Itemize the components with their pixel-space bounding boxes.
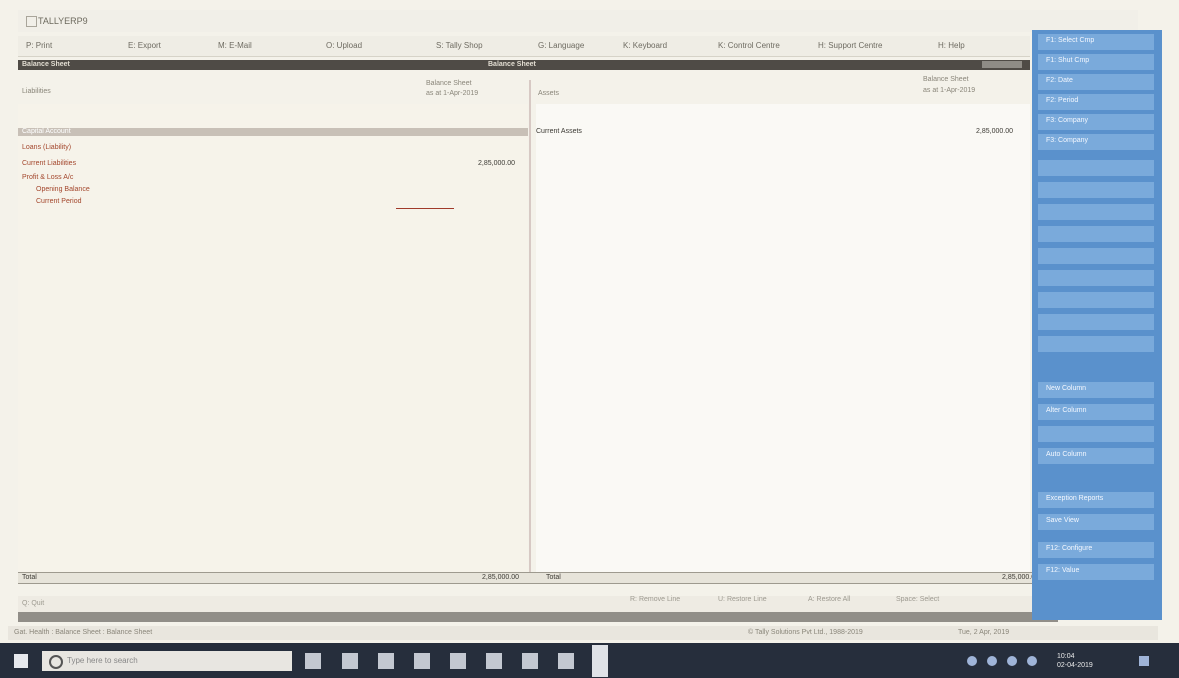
side-f4[interactable] bbox=[1038, 160, 1154, 176]
language-icon[interactable] bbox=[1027, 656, 1037, 666]
dark-footer-bar bbox=[18, 612, 1058, 622]
toolbar-export[interactable]: E: Export bbox=[128, 41, 161, 50]
side-alter-column[interactable]: Alter Column bbox=[1038, 404, 1154, 420]
quit-button[interactable]: Q: Quit bbox=[22, 600, 44, 607]
explorer-icon[interactable] bbox=[378, 653, 394, 669]
loans-liability-label[interactable]: Loans (Liability) bbox=[22, 144, 71, 151]
top-toolbar: P: Print E: Export M: E-Mail O: Upload S… bbox=[18, 36, 1030, 57]
window-titlebar: TALLYERP9 bbox=[18, 10, 1138, 32]
side-select-company[interactable]: F1: Select Cmp bbox=[1038, 34, 1154, 50]
toolbar-email[interactable]: M: E-Mail bbox=[218, 41, 252, 50]
side-value-2[interactable]: F12: Value bbox=[1038, 564, 1154, 580]
side-configure-2[interactable]: F12: Configure bbox=[1038, 542, 1154, 558]
toolbar-language[interactable]: G: Language bbox=[538, 41, 584, 50]
column-divider bbox=[529, 80, 531, 580]
subtotal-underline bbox=[396, 208, 454, 209]
left-total-label: Total bbox=[22, 574, 37, 581]
current-assets-amount: 2,85,000.00 bbox=[976, 128, 1013, 135]
side-exception-reports[interactable]: Exception Reports bbox=[1038, 492, 1154, 508]
window-controls[interactable] bbox=[982, 61, 1022, 68]
capital-account-row[interactable]: Capital Account bbox=[18, 128, 528, 136]
left-total-amount: 2,85,000.00 bbox=[482, 574, 519, 581]
totals-row: Total 2,85,000.00 Total 2,85,000.00 bbox=[18, 572, 1058, 584]
taskview-icon[interactable] bbox=[305, 653, 321, 669]
assets-pane: Current Assets 2,85,000.00 bbox=[536, 104, 1030, 574]
assets-heading: Assets bbox=[538, 90, 560, 97]
profit-loss-label[interactable]: Profit & Loss A/c bbox=[22, 174, 73, 181]
side-f8[interactable] bbox=[1038, 248, 1154, 264]
search-placeholder: Type here to search bbox=[67, 656, 138, 665]
status-left: Gat. Health : Balance Sheet : Balance Sh… bbox=[14, 629, 153, 636]
status-right: Tue, 2 Apr, 2019 bbox=[958, 629, 1010, 636]
side-configure[interactable] bbox=[1038, 314, 1154, 330]
windows-taskbar: Type here to search 10:04 02-04-2019 bbox=[0, 643, 1179, 678]
side-new-column[interactable]: New Column bbox=[1038, 382, 1154, 398]
current-assets-label[interactable]: Current Assets bbox=[536, 128, 582, 135]
side-f9[interactable] bbox=[1038, 270, 1154, 286]
volume-icon[interactable] bbox=[987, 656, 997, 666]
side-f7[interactable] bbox=[1038, 226, 1154, 242]
window-title: TALLYERP9 bbox=[38, 16, 88, 26]
toolbar-upload[interactable]: O: Upload bbox=[326, 41, 362, 50]
toolbar-control-centre[interactable]: K: Control Centre bbox=[718, 41, 780, 50]
side-shut-company[interactable]: F1: Shut Cmp bbox=[1038, 54, 1154, 70]
clock-date[interactable]: 02-04-2019 bbox=[1057, 662, 1093, 669]
side-delete-column[interactable] bbox=[1038, 426, 1154, 442]
clock-time[interactable]: 10:04 bbox=[1057, 653, 1075, 660]
app-icon-3[interactable] bbox=[558, 653, 574, 669]
report-title-bar: Balance Sheet Balance Sheet bbox=[18, 60, 1030, 70]
network-icon[interactable] bbox=[967, 656, 977, 666]
right-company: Balance Sheet bbox=[923, 76, 969, 83]
toolbar-keyboard[interactable]: K: Keyboard bbox=[623, 41, 667, 50]
report-header: Liabilities Balance Sheet as at 1-Apr-20… bbox=[18, 72, 1030, 102]
current-liabilities-label[interactable]: Current Liabilities bbox=[22, 160, 76, 167]
liabilities-heading: Liabilities bbox=[22, 88, 51, 95]
battery-icon[interactable] bbox=[1007, 656, 1017, 666]
side-f10[interactable] bbox=[1038, 292, 1154, 308]
side-save-view[interactable]: Save View bbox=[1038, 514, 1154, 530]
right-date: as at 1-Apr-2019 bbox=[923, 87, 976, 94]
restore-line-button[interactable]: U: Restore Line bbox=[718, 596, 767, 603]
windows-start-icon[interactable] bbox=[14, 654, 28, 668]
app-icon-1[interactable] bbox=[486, 653, 502, 669]
side-value[interactable] bbox=[1038, 336, 1154, 352]
current-period-label[interactable]: Current Period bbox=[36, 198, 82, 205]
liabilities-pane: Capital Account Loans (Liability) Curren… bbox=[18, 104, 528, 574]
status-center: © Tally Solutions Pvt Ltd., 1988-2019 bbox=[748, 629, 863, 636]
edge-icon[interactable] bbox=[342, 653, 358, 669]
app-icon-2[interactable] bbox=[522, 653, 538, 669]
side-f5[interactable] bbox=[1038, 182, 1154, 198]
toolbar-help[interactable]: H: Help bbox=[938, 41, 965, 50]
toolbar-shop[interactable]: S: Tally Shop bbox=[436, 41, 483, 50]
taskbar-search[interactable]: Type here to search bbox=[42, 651, 292, 671]
side-company-2[interactable]: F3: Company bbox=[1038, 134, 1154, 150]
store-icon[interactable] bbox=[414, 653, 430, 669]
capital-account-label: Capital Account bbox=[22, 128, 71, 135]
side-company[interactable]: F3: Company bbox=[1038, 114, 1154, 130]
side-date[interactable]: F2: Date bbox=[1038, 74, 1154, 90]
button-panel: F1: Select Cmp F1: Shut Cmp F2: Date F2:… bbox=[1032, 30, 1162, 620]
right-total-label: Total bbox=[546, 574, 561, 581]
notifications-icon[interactable] bbox=[1139, 656, 1149, 666]
left-date: as at 1-Apr-2019 bbox=[426, 90, 479, 97]
cortana-icon bbox=[49, 655, 63, 669]
system-tray: 10:04 02-04-2019 bbox=[967, 651, 1167, 671]
report-title: Balance Sheet bbox=[488, 61, 536, 68]
toolbar-print[interactable]: P: Print bbox=[26, 41, 52, 50]
restore-all-button[interactable]: A: Restore All bbox=[808, 596, 850, 603]
tally-taskbar-icon[interactable] bbox=[592, 645, 608, 677]
company-name: Balance Sheet bbox=[22, 61, 70, 68]
remove-line-button[interactable]: R: Remove Line bbox=[630, 596, 680, 603]
side-f6[interactable] bbox=[1038, 204, 1154, 220]
current-liabilities-amount: 2,85,000.00 bbox=[478, 160, 515, 167]
select-button[interactable]: Space: Select bbox=[896, 596, 939, 603]
side-period[interactable]: F2: Period bbox=[1038, 94, 1154, 110]
side-auto-column[interactable]: Auto Column bbox=[1038, 448, 1154, 464]
opening-balance-label[interactable]: Opening Balance bbox=[36, 186, 90, 193]
left-company: Balance Sheet bbox=[426, 80, 472, 87]
status-bar: Gat. Health : Balance Sheet : Balance Sh… bbox=[8, 626, 1158, 640]
toolbar-support-centre[interactable]: H: Support Centre bbox=[818, 41, 882, 50]
app-icon bbox=[26, 16, 37, 27]
mail-icon[interactable] bbox=[450, 653, 466, 669]
